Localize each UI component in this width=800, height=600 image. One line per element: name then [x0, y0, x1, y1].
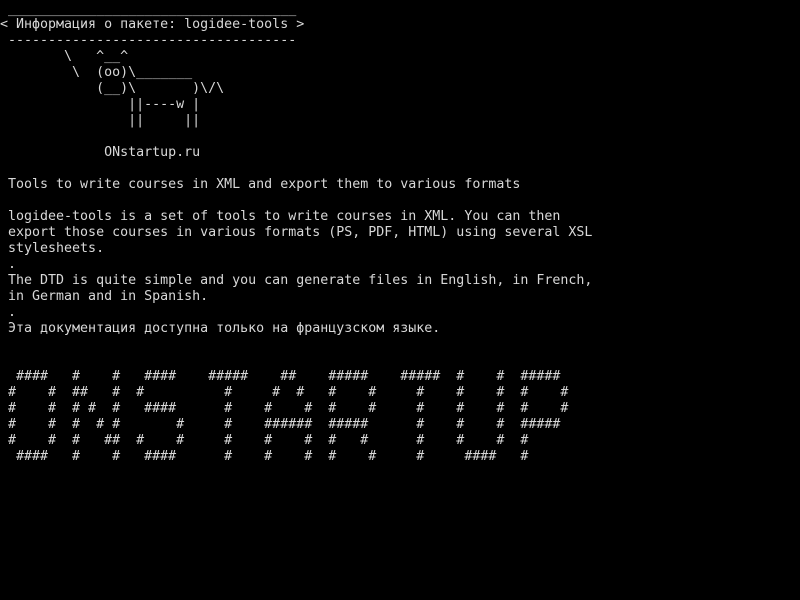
- banner-line: #### # # #### ##### ## ##### ##### # # #…: [0, 369, 561, 384]
- description-line: .: [0, 305, 17, 320]
- description-line: stylesheets.: [0, 241, 105, 256]
- banner-line: # # # # # # # ###### ##### # # # #####: [0, 417, 561, 432]
- banner-line: #### # # #### # # # # # # #### #: [0, 449, 529, 464]
- banner-line: # # ## # # # # # # # # # # # #: [0, 385, 569, 400]
- description-line: export those courses in various formats …: [0, 225, 593, 240]
- description-line: .: [0, 257, 17, 272]
- description-line: Эта документация доступна только на фран…: [0, 321, 441, 336]
- cow-art-line: || ||: [0, 113, 201, 128]
- terminal-screen: ____________________________________ < И…: [0, 0, 800, 600]
- cow-art-line: \ (oo)\_______: [0, 65, 193, 80]
- site-name: ONstartup.ru: [0, 145, 201, 160]
- banner-line: # # # ## # # # # # # # # # # #: [0, 433, 529, 448]
- banner-line: # # # # # #### # # # # # # # # # #: [0, 401, 569, 416]
- cow-art-line: (__)\ )\/\: [0, 81, 225, 96]
- description-line: The DTD is quite simple and you can gene…: [0, 273, 593, 288]
- cow-art-line: ||----w |: [0, 97, 201, 112]
- bubble-title: < Информация о пакете: logidee-tools >: [0, 17, 305, 32]
- cow-art-line: \ ^__^: [0, 49, 129, 64]
- description-line: logidee-tools is a set of tools to write…: [0, 209, 561, 224]
- bubble-top-border: ____________________________________: [0, 2, 297, 17]
- description-line: in German and in Spanish.: [0, 289, 209, 304]
- bubble-bottom-border: ------------------------------------: [0, 33, 297, 48]
- package-summary: Tools to write courses in XML and export…: [0, 177, 521, 192]
